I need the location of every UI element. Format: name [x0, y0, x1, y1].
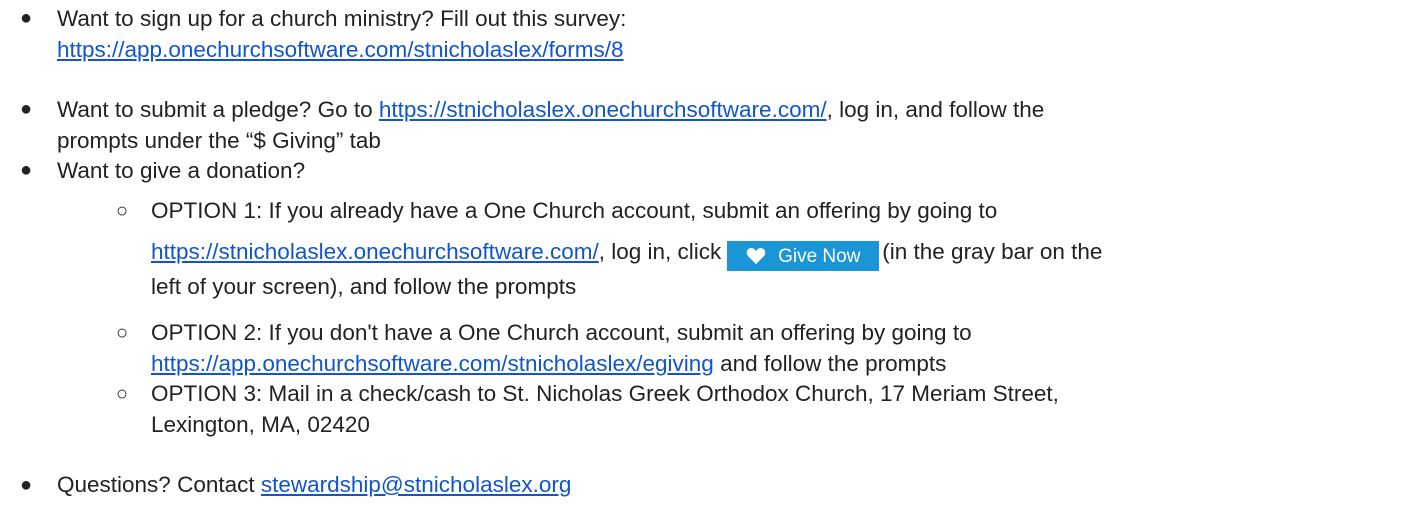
option-3: OPTION 3: Mail in a check/cash to St. Ni…: [151, 378, 1059, 440]
stewardship-email-link[interactable]: stewardship@stnicholaslex.org: [261, 472, 572, 497]
bullet-circle: [116, 200, 128, 223]
option-3-address: Lexington, MA, 02420: [151, 412, 370, 437]
ministry-signup-text: Want to sign up for a church ministry? F…: [57, 6, 627, 31]
option-3-text: OPTION 3: Mail in a check/cash to St. Ni…: [151, 381, 1059, 406]
bullet-circle: [116, 322, 128, 345]
option-2-text: OPTION 2: If you don't have a One Church…: [151, 320, 972, 345]
bullet-circle: [116, 383, 128, 406]
option-1-text-gray-bar: (in the gray bar on the: [882, 239, 1103, 264]
bullet-disc: [20, 7, 32, 30]
option-1-text: OPTION 1: If you already have a One Chur…: [151, 198, 998, 223]
list-item-ministry-signup: Want to sign up for a church ministry? F…: [57, 3, 626, 65]
questions-text: Questions? Contact: [57, 472, 261, 497]
option-1-login-link[interactable]: https://stnicholaslex.onechurchsoftware.…: [151, 239, 599, 264]
bullet-disc: [20, 159, 32, 182]
option-2-text-prompts: and follow the prompts: [713, 351, 947, 376]
bullet-disc: [20, 474, 32, 497]
pledge-login-link[interactable]: https://stnicholaslex.onechurchsoftware.…: [379, 97, 827, 122]
pledge-text-prompts: prompts under the “$ Giving” tab: [57, 128, 381, 153]
option-1: OPTION 1: If you already have a One Chur…: [151, 195, 1102, 302]
stewardship-instructions: Want to sign up for a church ministry? F…: [0, 0, 1414, 523]
list-item-questions: Questions? Contact stewardship@stnichola…: [57, 469, 571, 500]
give-now-label: Give Now: [778, 245, 861, 267]
ministry-survey-link[interactable]: https://app.onechurchsoftware.com/stnich…: [57, 37, 624, 62]
list-item-pledge: Want to submit a pledge? Go to https://s…: [57, 94, 1044, 156]
bullet-disc: [20, 98, 32, 121]
pledge-text-continued: , log in, and follow the: [826, 97, 1045, 122]
option-2: OPTION 2: If you don't have a One Church…: [151, 317, 972, 379]
pledge-text: Want to submit a pledge? Go to: [57, 97, 379, 122]
option-1-text-click: , log in, click: [598, 239, 722, 264]
egiving-link[interactable]: https://app.onechurchsoftware.com/stnich…: [151, 351, 714, 376]
option-1-text-prompts: left of your screen), and follow the pro…: [151, 274, 577, 299]
heart-icon: [746, 248, 766, 265]
list-item-donation: Want to give a donation?: [57, 155, 305, 186]
donation-heading: Want to give a donation?: [57, 158, 306, 183]
give-now-button[interactable]: Give Now: [727, 241, 880, 271]
